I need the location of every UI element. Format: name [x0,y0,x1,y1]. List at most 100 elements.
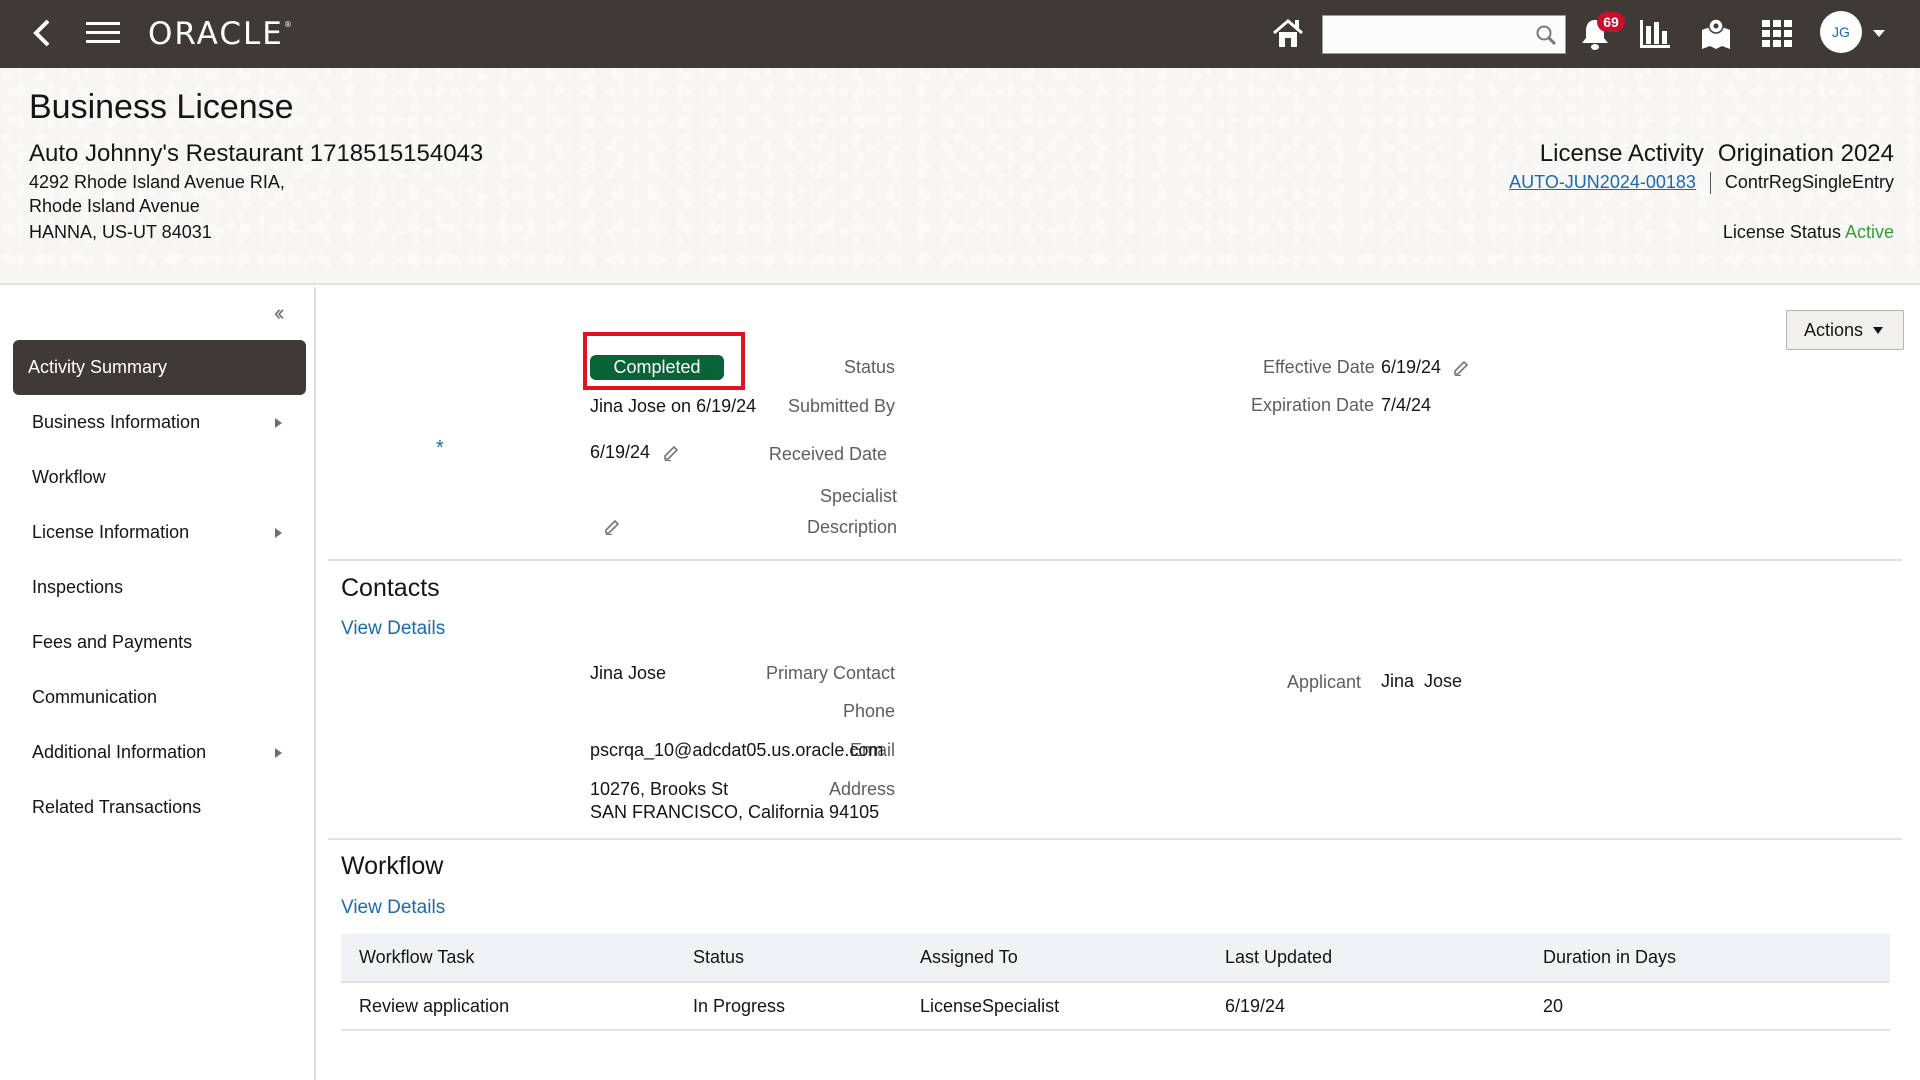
applicant-value: Jina Jose [1381,671,1463,691]
effective-date-label: Effective Date [1263,357,1375,377]
submitted-by-label: Submitted By [787,396,895,416]
cell-workflow-task: Review application [341,982,675,1031]
sidebar-item-label: Additional Information [32,742,207,762]
expiration-date-value: 7/4/24 [1381,395,1432,415]
sidebar-item-communication[interactable]: Communication [13,670,306,725]
table-row[interactable]: Review application In Progress LicenseSp… [341,982,1890,1031]
submitted-by-value: Jina Jose on 6/19/24 [590,396,757,416]
sidebar: ‹‹ Activity Summary Business Information… [0,287,316,1080]
sidebar-item-label: Activity Summary [28,357,168,377]
actions-menu-button[interactable]: Actions [1786,310,1904,350]
caret-down-icon [1873,327,1883,334]
sidebar-item-related-transactions[interactable]: Related Transactions [13,780,306,835]
edit-pencil-icon[interactable] [662,443,680,461]
column-header-status[interactable]: Status [675,934,902,983]
description-label: Description [806,517,897,537]
sidebar-nav: Activity Summary Business Information Wo… [13,340,306,835]
status-highlight-box [583,332,745,390]
column-header-workflow-task[interactable]: Workflow Task [341,934,675,983]
activity-type: License Activity Origination 2024 [1540,140,1894,168]
page-title: Business License [29,88,294,126]
expand-arrow-icon [275,418,282,428]
address-line-2: SAN FRANCISCO, California 94105 [590,802,880,822]
double-chevron-left-icon[interactable]: ‹‹ [274,302,300,324]
contacts-view-details-link[interactable]: View Details [341,618,445,640]
edit-pencil-icon[interactable] [603,517,621,535]
email-value: pscrqa_10@adcdat05.us.oracle.com [590,740,884,760]
workflow-view-details-link[interactable]: View Details [341,897,445,919]
cell-last-updated: 6/19/24 [1207,982,1525,1031]
primary-contact-label: Primary Contact [765,663,895,683]
record-id-link[interactable]: AUTO-JUN2024-00183 [1509,172,1696,192]
sidebar-item-fees-and-payments[interactable]: Fees and Payments [13,615,306,670]
business-address-line: Rhode Island Avenue [29,196,200,216]
edit-pencil-icon[interactable] [1452,358,1470,376]
bar-chart-icon[interactable] [1639,18,1671,50]
table-header-row: Workflow Task Status Assigned To Last Up… [341,934,1890,983]
sidebar-item-inspections[interactable]: Inspections [13,560,306,615]
cell-status: In Progress [675,982,902,1031]
license-status: License Status Active [1723,222,1894,243]
specialist-label: Specialist [819,486,897,506]
expiration-date-label: Expiration Date [1251,395,1375,415]
sidebar-item-workflow[interactable]: Workflow [13,450,306,505]
cell-assigned-to: LicenseSpecialist [902,982,1207,1031]
business-name: Auto Johnny's Restaurant 1718515154043 [29,140,484,167]
required-indicator: * [436,437,444,459]
section-divider [328,838,1902,840]
home-icon[interactable] [1272,18,1304,48]
sidebar-item-label: License Information [32,522,190,542]
separator [1709,172,1711,195]
activity-subtype: Origination 2024 [1717,140,1894,167]
sidebar-item-label: Fees and Payments [32,632,193,652]
section-divider [328,559,1902,561]
status-label: Status [843,357,895,377]
column-header-assigned-to[interactable]: Assigned To [902,934,1207,983]
sidebar-item-label: Related Transactions [32,797,202,817]
sidebar-item-additional-information[interactable]: Additional Information [13,725,306,780]
caret-down-icon[interactable] [1873,30,1885,37]
sidebar-item-label: Workflow [32,467,106,487]
license-status-label: License Status [1722,222,1841,242]
global-search [1322,15,1566,54]
back-chevron-icon[interactable] [30,18,54,48]
sidebar-item-label: Business Information [32,412,201,432]
record-type: ContrRegSingleEntry [1724,172,1894,192]
record-identifiers: AUTO-JUN2024-00183 ContrRegSingleEntry [1509,172,1894,195]
main-content: Actions Status Completed Submitted By Ji… [318,287,1920,1080]
sidebar-item-business-information[interactable]: Business Information [13,395,306,450]
address-line-1: 10276, Brooks St [590,779,729,799]
effective-date-value: 6/19/24 [1381,357,1442,377]
activity-type-label: License Activity [1539,140,1704,167]
notification-count-badge: 69 [1597,12,1625,32]
sidebar-item-license-information[interactable]: License Information [13,505,306,560]
expand-arrow-icon [275,528,282,538]
record-header: Business License Auto Johnny's Restauran… [0,68,1920,285]
actions-label: Actions [1804,319,1864,340]
applicant-label: Applicant [1287,672,1362,692]
map-pin-icon[interactable] [1701,18,1731,50]
column-header-duration-in-days[interactable]: Duration in Days [1525,934,1890,983]
workflow-table: Workflow Task Status Assigned To Last Up… [341,934,1890,1031]
expand-arrow-icon [275,748,282,758]
sidebar-item-label: Communication [32,687,158,707]
received-date-label: Received Date [768,444,887,464]
workflow-section-title: Workflow [341,852,444,880]
hamburger-menu-icon[interactable] [86,22,120,46]
search-icon[interactable] [1535,24,1557,46]
sidebar-item-activity-summary[interactable]: Activity Summary [13,340,306,395]
oracle-logo: ORACLE® [148,16,292,52]
address-label: Address [828,779,895,799]
contacts-section-title: Contacts [341,574,440,602]
received-date-value: 6/19/24 [590,442,651,462]
search-input[interactable] [1323,16,1523,53]
user-avatar[interactable]: JG [1820,11,1862,53]
cell-duration-in-days: 20 [1525,982,1890,1031]
column-header-last-updated[interactable]: Last Updated [1207,934,1525,983]
top-bar: ORACLE® 69 JG [0,0,1920,68]
business-address-line: 4292 Rhode Island Avenue RIA, [29,172,285,192]
license-status-value: Active [1844,222,1894,242]
business-address-line: HANNA, US-UT 84031 [29,222,212,242]
apps-grid-icon[interactable] [1762,20,1792,48]
phone-label: Phone [842,701,895,721]
